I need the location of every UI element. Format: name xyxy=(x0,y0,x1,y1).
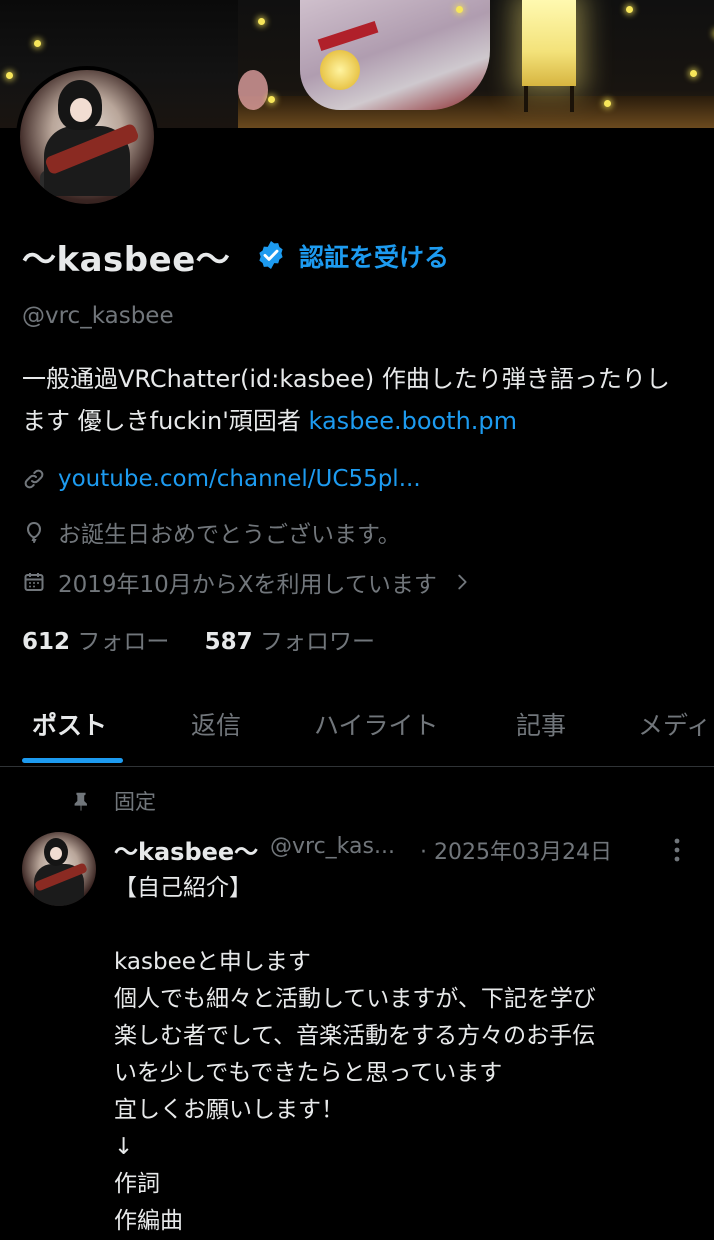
followers-label: フォロワー xyxy=(259,629,375,655)
banner-firefly xyxy=(626,6,633,13)
tab-replies[interactable]: 返信 xyxy=(191,706,241,742)
profile-handle: @vrc_kasbee xyxy=(22,303,174,329)
tab-media[interactable]: メディ xyxy=(638,706,711,742)
followers-count: 587 xyxy=(204,629,253,655)
post-header: 〜kasbee〜 @vrc_kas... · 2025年03月24日 xyxy=(114,832,694,868)
banner-firefly xyxy=(690,70,697,77)
tab-articles[interactable]: 記事 xyxy=(516,706,566,742)
birthday-row: お誕生日おめでとうございます。 xyxy=(22,515,401,549)
banner-firefly xyxy=(258,18,265,25)
tab-highlights[interactable]: ハイライト xyxy=(314,706,439,742)
post-author-handle[interactable]: @vrc_kas... xyxy=(270,834,395,859)
link-icon xyxy=(24,469,44,489)
bio-link[interactable]: kasbee.booth.pm xyxy=(309,407,518,435)
joined-text: 2019年10月からXを利用しています xyxy=(58,572,437,598)
chevron-right-icon xyxy=(458,574,467,590)
post-author-name[interactable]: 〜kasbee〜 xyxy=(114,832,258,867)
active-tab-indicator xyxy=(22,758,123,763)
following-stat[interactable]: 612 フォロー xyxy=(22,629,169,655)
post-date[interactable]: · 2025年03月24日 xyxy=(420,834,612,866)
post-author-avatar[interactable] xyxy=(22,832,96,906)
avatar-face xyxy=(50,847,62,860)
verified-badge-icon[interactable] xyxy=(255,239,287,271)
pin-icon xyxy=(74,792,87,812)
birthday-text: お誕生日おめでとうございます。 xyxy=(58,522,401,548)
follow-stats: 612 フォロー 587 フォロワー xyxy=(22,622,375,656)
banner-fan xyxy=(320,50,360,90)
banner-floor xyxy=(238,96,714,128)
website-link[interactable]: youtube.com/channel/UC55pl... xyxy=(58,466,421,492)
banner-firefly xyxy=(34,40,41,47)
banner-firefly xyxy=(268,96,275,103)
banner-flower xyxy=(238,70,268,110)
more-vertical-icon[interactable] xyxy=(670,836,684,864)
banner-lantern-leg xyxy=(524,86,528,112)
pinned-label: 固定 xyxy=(114,790,156,814)
following-count: 612 xyxy=(22,629,71,655)
balloon-icon xyxy=(26,521,42,543)
profile-avatar[interactable] xyxy=(16,66,158,208)
post-body: 【自己紹介】 kasbeeと申します 個人でも細々と活動していますが、下記を学び… xyxy=(114,875,596,1234)
following-label: フォロー xyxy=(77,629,170,655)
profile-bio: 一般通過VRChatter(id:kasbee) 作曲したり弾き語ったりします … xyxy=(22,358,692,442)
banner-firefly xyxy=(6,72,13,79)
banner-firefly xyxy=(456,6,463,13)
banner-lantern-leg xyxy=(570,86,574,112)
avatar-face xyxy=(70,98,92,122)
calendar-icon xyxy=(24,573,44,591)
display-name: 〜kasbee〜 xyxy=(22,240,231,280)
joined-row[interactable]: 2019年10月からXを利用しています xyxy=(22,565,485,599)
get-verified-link[interactable]: 認証を受ける xyxy=(299,238,449,274)
pinned-indicator: 固定 xyxy=(70,786,156,816)
profile-tabs: ポスト 返信 ハイライト 記事 メディ xyxy=(0,680,714,767)
website-row: youtube.com/channel/UC55pl... xyxy=(22,466,421,492)
banner-lantern xyxy=(522,0,576,86)
banner-firefly xyxy=(604,100,611,107)
tab-posts[interactable]: ポスト xyxy=(32,706,107,742)
followers-stat[interactable]: 587 フォロワー xyxy=(205,629,375,655)
